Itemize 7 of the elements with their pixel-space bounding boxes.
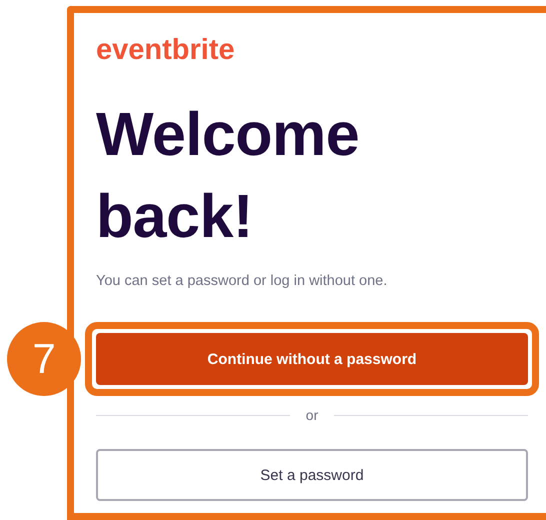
divider-text: or [306,407,318,423]
logo: eventbrite [96,35,235,65]
step-badge: 7 [7,322,81,396]
heading: Welcome back! [96,99,360,252]
subtitle: You can set a password or log in without one. [96,272,388,291]
continue-button[interactable]: Continue without a password [96,333,528,385]
set-password-button[interactable]: Set a password [96,449,528,501]
